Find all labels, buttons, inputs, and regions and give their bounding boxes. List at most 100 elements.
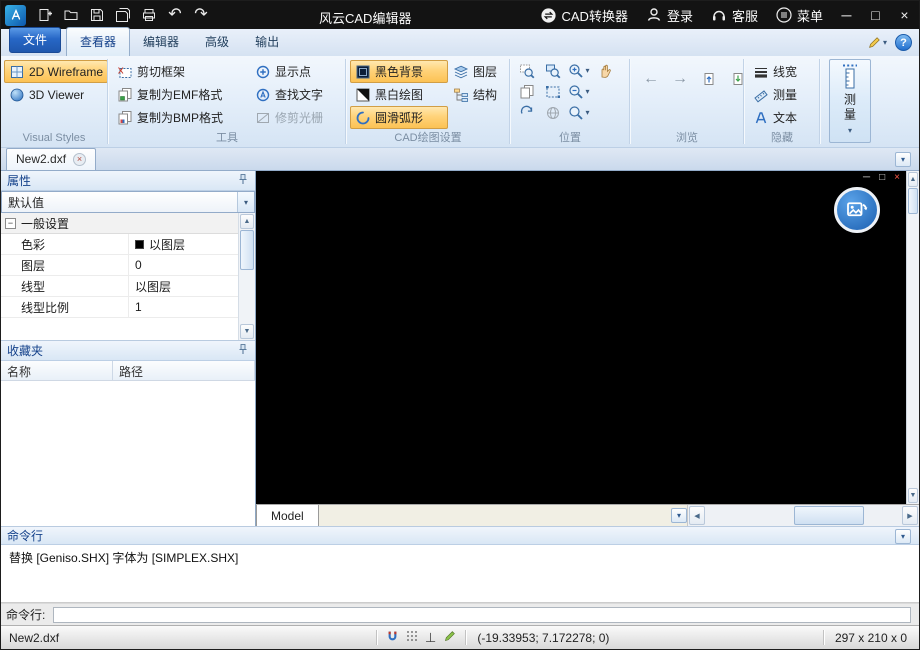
property-group-row[interactable]: − 一般设置 xyxy=(1,213,238,234)
favorites-list[interactable] xyxy=(1,381,255,526)
property-row[interactable]: 色彩 以图层 xyxy=(1,234,238,255)
combo-arrow-icon[interactable]: ▾ xyxy=(237,192,254,212)
black-background-button[interactable]: 黑色背景 xyxy=(350,60,448,83)
scrollbar-thumb[interactable] xyxy=(794,506,864,525)
open-file-button[interactable] xyxy=(58,2,84,28)
smooth-arc-button[interactable]: 圆滑弧形 xyxy=(350,106,448,129)
property-preset-select[interactable]: 默认值 ▾ xyxy=(1,191,255,213)
drawing-canvas[interactable]: ─ □ × xyxy=(256,171,906,504)
clip-frame-button[interactable]: 剪切框架 xyxy=(112,60,250,83)
find-text-button[interactable]: 查找文字 xyxy=(250,83,328,106)
property-value[interactable]: 0 xyxy=(129,255,238,275)
canvas-close-icon[interactable]: × xyxy=(894,172,900,183)
show-points-button[interactable]: 显示点 xyxy=(250,60,328,83)
tab-editor[interactable]: 编辑器 xyxy=(130,28,192,56)
bw-drawing-button[interactable]: 黑白绘图 xyxy=(350,83,448,106)
scrollbar-track[interactable] xyxy=(239,270,255,323)
minimize-button[interactable]: ─ xyxy=(832,1,861,29)
viewer-3d-button[interactable]: 3D Viewer xyxy=(4,83,108,106)
view-back-button[interactable]: ← xyxy=(638,68,664,89)
zoom-options-button[interactable]: ▾ xyxy=(566,102,592,123)
cad-converter-button[interactable]: CAD转换器 xyxy=(531,1,637,29)
print-button[interactable] xyxy=(136,2,162,28)
save-all-button[interactable] xyxy=(110,2,136,28)
structure-button[interactable]: 结构 xyxy=(448,83,502,106)
globe-view-button[interactable] xyxy=(540,102,566,123)
text-toggle-button[interactable]: 文本 xyxy=(748,106,802,129)
scroll-down-button[interactable]: ▼ xyxy=(240,324,254,339)
scrollbar-track[interactable] xyxy=(907,214,919,487)
view-forward-button[interactable]: → xyxy=(667,68,693,89)
property-row[interactable]: 线型 以图层 xyxy=(1,276,238,297)
scrollbar-thumb[interactable] xyxy=(908,188,918,214)
pan-button[interactable] xyxy=(592,60,618,81)
scroll-left-button[interactable]: ◀ xyxy=(689,506,705,525)
zoom-out-button[interactable]: ▾ xyxy=(566,81,592,102)
property-row[interactable]: 图层 0 xyxy=(1,255,238,276)
layers-button[interactable]: 图层 xyxy=(448,60,502,83)
tab-viewer[interactable]: 查看器 xyxy=(66,27,130,56)
model-tab[interactable]: Model xyxy=(256,505,319,526)
tab-advanced[interactable]: 高级 xyxy=(192,28,242,56)
property-value[interactable]: 以图层 xyxy=(129,276,238,296)
canvas-minimize-icon[interactable]: ─ xyxy=(863,172,870,183)
property-value[interactable]: 1 xyxy=(129,297,238,317)
zoom-previous-button[interactable] xyxy=(514,81,540,102)
property-value[interactable]: 以图层 xyxy=(129,234,238,254)
close-button[interactable]: × xyxy=(890,1,919,29)
scrollbar-track[interactable] xyxy=(706,505,901,526)
trim-raster-button[interactable]: 修剪光栅 xyxy=(250,106,328,129)
redo-button[interactable]: ↷ xyxy=(188,2,214,28)
scroll-up-button[interactable]: ▲ xyxy=(240,214,254,229)
document-tab-close-icon[interactable]: × xyxy=(73,153,86,166)
snap-magnet-icon[interactable] xyxy=(386,630,399,646)
command-input[interactable] xyxy=(53,607,911,623)
wireframe-2d-button[interactable]: 2D Wireframe xyxy=(4,60,108,83)
document-tab[interactable]: New2.dxf × xyxy=(6,148,96,170)
menu-button[interactable]: 菜单 xyxy=(767,1,832,29)
favorites-path-column[interactable]: 路径 xyxy=(113,361,255,380)
customer-service-button[interactable]: 客服 xyxy=(702,1,767,29)
copy-bmp-button[interactable]: 复制为BMP格式 xyxy=(112,106,250,129)
canvas-restore-icon[interactable]: □ xyxy=(879,172,885,183)
tab-list-chevron-button[interactable]: ▾ xyxy=(895,152,911,167)
pin-icon[interactable] xyxy=(237,343,249,358)
tab-file[interactable]: 文件 xyxy=(9,27,61,53)
rotate-view-button[interactable] xyxy=(514,102,540,123)
previous-view-button[interactable] xyxy=(696,68,722,89)
favorites-name-column[interactable]: 名称 xyxy=(1,361,113,380)
zoom-window-button[interactable] xyxy=(540,60,566,81)
zoom-selection-button[interactable] xyxy=(540,81,566,102)
copy-emf-button[interactable]: 复制为EMF格式 xyxy=(112,83,250,106)
layout-list-chevron-button[interactable]: ▾ xyxy=(671,508,687,523)
maximize-button[interactable]: □ xyxy=(861,1,890,29)
scroll-right-button[interactable]: ▶ xyxy=(902,506,918,525)
screenshot-convert-button[interactable] xyxy=(834,187,880,233)
property-grid-scrollbar[interactable]: ▲ ▼ xyxy=(238,213,255,340)
measure-big-button[interactable]: 测量 ▾ xyxy=(829,59,871,143)
scroll-up-button[interactable]: ▲ xyxy=(908,172,918,187)
new-file-button[interactable] xyxy=(32,2,58,28)
measure-toggle-button[interactable]: 测量 xyxy=(748,83,802,106)
collapse-box-icon[interactable]: − xyxy=(5,218,16,229)
zoom-in-button[interactable]: ▾ xyxy=(566,60,592,81)
ortho-mode-icon[interactable]: ⊥ xyxy=(425,631,436,644)
save-button[interactable] xyxy=(84,2,110,28)
help-button[interactable]: ? xyxy=(895,34,912,51)
draw-pencil-icon[interactable] xyxy=(443,630,456,646)
tab-output[interactable]: 输出 xyxy=(242,28,292,56)
zoom-extents-button[interactable] xyxy=(514,60,540,81)
canvas-vertical-scrollbar[interactable]: ▲ ▼ xyxy=(906,171,919,504)
position-row-2: ▾ xyxy=(514,81,618,102)
line-width-button[interactable]: 线宽 xyxy=(748,60,802,83)
grid-snap-icon[interactable] xyxy=(406,630,418,645)
scrollbar-thumb[interactable] xyxy=(240,230,254,270)
login-button[interactable]: 登录 xyxy=(637,1,702,29)
pin-icon[interactable] xyxy=(237,173,249,188)
command-collapse-chevron-button[interactable]: ▾ xyxy=(895,529,911,544)
undo-button[interactable]: ↶ xyxy=(162,2,188,28)
customize-toolbar-button[interactable]: ▾ xyxy=(867,36,887,50)
scroll-down-button[interactable]: ▼ xyxy=(908,488,918,503)
property-row[interactable]: 线型比例 1 xyxy=(1,297,238,318)
canvas-horizontal-scrollbar[interactable]: ◀ ▶ xyxy=(687,505,919,526)
